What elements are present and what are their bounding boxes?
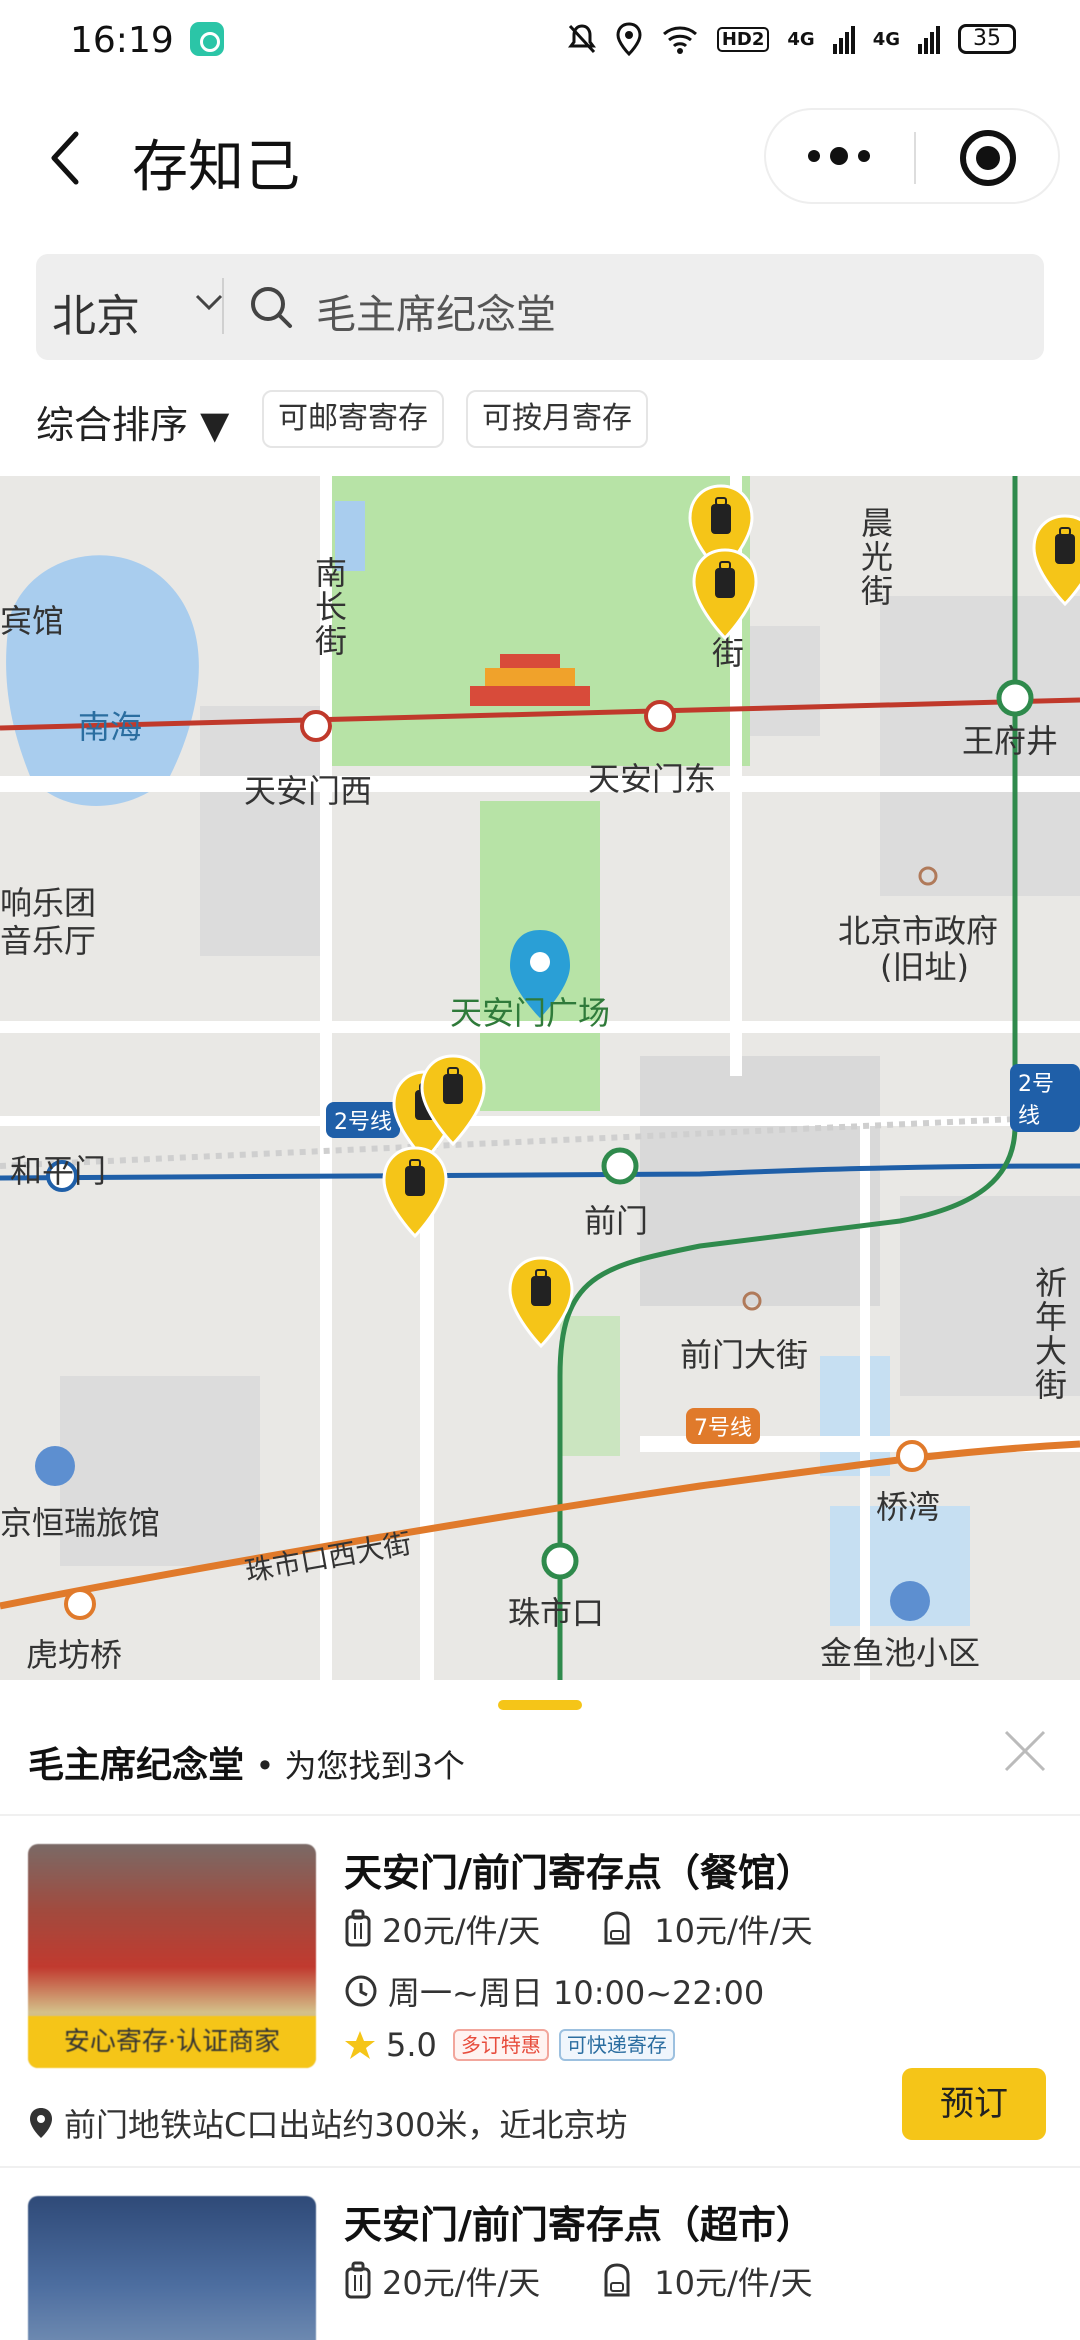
mini-program-capsule	[764, 108, 1060, 204]
wifi-icon	[662, 26, 697, 54]
line2-badge-a: 2号线	[326, 1102, 400, 1138]
address-row: 前门地铁站C口出站约300米，近北京坊	[28, 2100, 627, 2146]
store-thumbnail[interactable]	[28, 2196, 316, 2340]
map-label-qiaowan: 桥湾	[876, 1488, 941, 1526]
results-place: 毛主席纪念堂	[28, 1745, 245, 1786]
luggage-pin-5[interactable]	[418, 1054, 488, 1146]
discount-tag: 多订特惠	[452, 2029, 549, 2061]
line7-badge: 7号线	[686, 1408, 760, 1444]
battery-icon: 35	[958, 24, 1016, 54]
large-luggage-icon	[345, 1909, 371, 1947]
capsule-divider	[914, 132, 916, 184]
price-row: 20元/件/天 10元/件/天	[344, 1906, 813, 1952]
price-small: 10元/件/天	[654, 1912, 813, 1950]
signal-icon-2: 4G	[872, 28, 900, 50]
map-view[interactable]: 宾馆 南海 南长街 晨光街 街 王府井 天安门西 天安门东 响乐团 音乐厅 北京…	[0, 476, 1080, 1680]
map-label-tiananmen-east: 天安门东	[588, 760, 717, 798]
map-label-zhushikou: 珠市口	[508, 1594, 605, 1632]
signal-bars-icon-1	[832, 26, 855, 54]
price-row: 20元/件/天 10元/件/天	[344, 2258, 813, 2304]
filter-chip-monthly[interactable]: 可按月寄存	[466, 390, 648, 448]
results-count: • 为您找到3个	[255, 1747, 465, 1785]
result-card[interactable]: 天安门/前门寄存点（超市） 20元/件/天 10元/件/天	[0, 2166, 1080, 2340]
price-large: 20元/件/天	[382, 2264, 541, 2302]
small-luggage-icon	[604, 2263, 630, 2297]
rating-row: 5.0 多订特惠 可快递寄存	[344, 2026, 675, 2064]
close-icon[interactable]	[1000, 1726, 1050, 1776]
mute-icon	[567, 24, 596, 54]
app-notification-icon	[190, 22, 224, 56]
map-label-wangfujing: 王府井	[962, 722, 1059, 760]
map-label-qianmen: 前门	[584, 1202, 649, 1240]
map-label-binguan: 宾馆	[0, 602, 65, 640]
results-sheet: 毛主席纪念堂 • 为您找到3个 安心寄存·认证商家 天安门/前门寄存点（餐馆） …	[0, 1680, 1080, 2340]
status-bar: 16:19 HD2 4G 4G 35	[0, 0, 1080, 84]
chevron-down-icon[interactable]	[194, 292, 224, 312]
signal-icon-1: 4G	[787, 28, 815, 50]
search-input[interactable]: 毛主席纪念堂	[316, 282, 916, 340]
map-label-hengrui-hotel: 京恒瑞旅馆	[0, 1504, 161, 1542]
signal-bars-icon-2	[918, 26, 940, 54]
filter-row: 综合排序 ▼ 可邮寄寄存 可按月寄存	[0, 364, 1080, 476]
clock-icon	[345, 1975, 377, 2007]
map-label-square: 天安门广场	[450, 994, 611, 1032]
search-icon	[251, 287, 292, 328]
sort-dropdown[interactable]: 综合排序 ▼	[36, 394, 229, 449]
search-section: 北京 毛主席纪念堂	[0, 234, 1080, 364]
luggage-pin-2[interactable]	[690, 548, 760, 640]
book-button[interactable]: 预订	[902, 2068, 1046, 2140]
price-small-group: 10元/件/天	[600, 2258, 813, 2304]
location-icon	[616, 22, 642, 56]
city-selector[interactable]: 北京	[52, 280, 140, 344]
small-luggage-icon	[604, 1911, 630, 1945]
map-label-chenguangjie: 晨光街	[856, 506, 894, 608]
star-icon	[345, 2031, 375, 2059]
map-label-beijing-gov2: (旧址)	[880, 948, 969, 986]
search-bar[interactable]: 北京 毛主席纪念堂	[36, 254, 1044, 360]
price-large: 20元/件/天	[382, 1912, 541, 1950]
close-program-icon[interactable]	[960, 130, 1016, 186]
express-tag: 可快递寄存	[558, 2029, 675, 2061]
more-options-icon[interactable]	[808, 147, 870, 165]
map-label-jinyuchi: 金鱼池小区	[820, 1634, 981, 1672]
store-address: 前门地铁站C口出站约300米，近北京坊	[64, 2106, 628, 2144]
sheet-drag-handle[interactable]	[498, 1700, 582, 1710]
results-header: 毛主席纪念堂 • 为您找到3个	[28, 1736, 465, 1788]
page-title: 存知己	[132, 135, 300, 200]
map-label-nanhai: 南海	[78, 708, 143, 746]
map-label-tiananmen-west: 天安门西	[244, 772, 373, 810]
result-card[interactable]: 安心寄存·认证商家 天安门/前门寄存点（餐馆） 20元/件/天 10元/件/天 …	[0, 1816, 1080, 2166]
price-small: 10元/件/天	[654, 2264, 813, 2302]
price-small-group: 10元/件/天	[600, 1906, 813, 1952]
hours-row: 周一~周日 10:00~22:00	[344, 1968, 764, 2014]
map-label-qianmen-street: 前门大街	[680, 1336, 809, 1374]
store-title[interactable]: 天安门/前门寄存点（超市）	[344, 2194, 814, 2249]
luggage-pin-3[interactable]	[1030, 514, 1080, 606]
line2-badge-b: 2号线	[1010, 1064, 1080, 1132]
map-label-concert2: 音乐厅	[0, 922, 97, 960]
business-hours: 周一~周日 10:00~22:00	[388, 1974, 765, 2012]
filter-chip-mail[interactable]: 可邮寄寄存	[262, 390, 444, 448]
rating-value: 5.0	[386, 2026, 437, 2064]
search-divider	[222, 278, 224, 334]
map-label-xinnian-street: 祈年大街	[1030, 1266, 1068, 1402]
status-time: 16:19	[70, 20, 174, 61]
luggage-pin-7[interactable]	[506, 1256, 576, 1348]
store-thumbnail[interactable]: 安心寄存·认证商家	[28, 1844, 316, 2068]
map-label-hufangqiao: 虎坊桥	[26, 1636, 123, 1674]
large-luggage-icon	[345, 2261, 371, 2299]
store-title[interactable]: 天安门/前门寄存点（餐馆）	[344, 1842, 814, 1897]
map-label-heping-men: 和平门	[10, 1152, 107, 1190]
header: 存知己	[0, 84, 1080, 234]
location-pin-icon	[30, 2108, 52, 2138]
map-label-nanchangjie: 南长街	[310, 556, 348, 658]
luggage-pin-6[interactable]	[380, 1146, 450, 1238]
status-icons: HD2 4G 4G 35	[567, 22, 1016, 56]
hd-icon: HD2	[716, 26, 770, 52]
certified-badge: 安心寄存·认证商家	[28, 2016, 316, 2068]
back-icon[interactable]	[46, 128, 86, 188]
